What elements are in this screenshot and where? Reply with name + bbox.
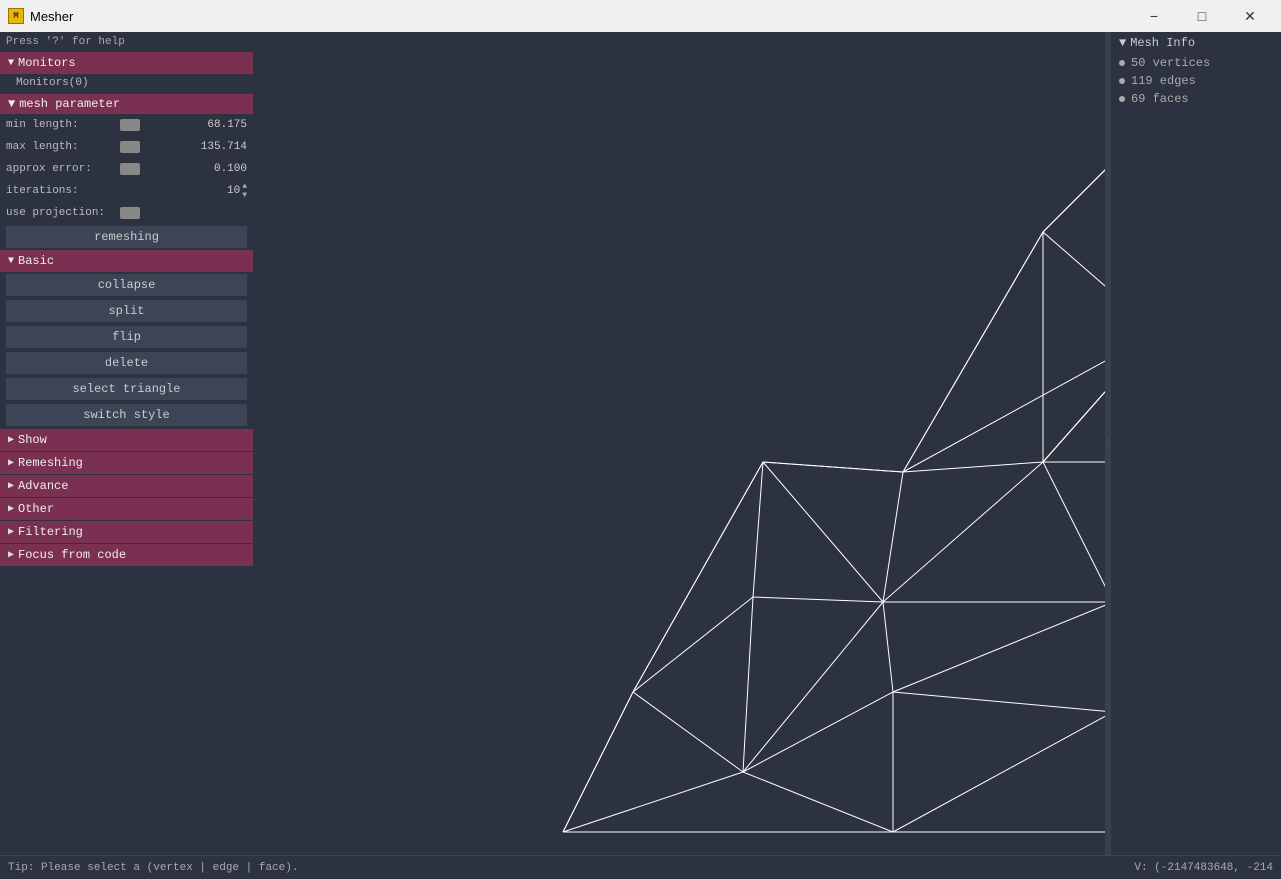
focus-from-code-label: Focus from code (18, 548, 126, 562)
statusbar: Tip: Please select a (vertex | edge | fa… (0, 855, 1281, 879)
show-section[interactable]: ▶ Show (0, 429, 253, 451)
show-label: Show (18, 433, 47, 447)
other-section[interactable]: ▶ Other (0, 498, 253, 520)
mesh-info-title: Mesh Info (1130, 36, 1195, 50)
mesh-info-panel: ▼ Mesh Info 50 vertices 119 edges 69 fac… (1111, 32, 1281, 855)
advance-arrow: ▶ (8, 480, 14, 492)
monitors-sub-item: Monitors(0) (0, 74, 253, 92)
filtering-arrow: ▶ (8, 526, 14, 538)
faces-bullet (1119, 96, 1125, 102)
minimize-button[interactable]: − (1131, 0, 1177, 32)
approx-error-value: 0.100 (142, 163, 247, 175)
approx-error-slider[interactable] (120, 163, 140, 175)
approx-error-row: approx error: 0.100 (0, 158, 253, 180)
mesh-viewport[interactable] (253, 32, 1105, 855)
mesh-param-section-header[interactable]: ▼ mesh parameter (0, 94, 253, 114)
edges-bullet (1119, 78, 1125, 84)
faces-info: 69 faces (1119, 92, 1273, 106)
select-triangle-button[interactable]: select triangle (6, 378, 247, 400)
monitors-section-header[interactable]: ▼ Monitors (0, 52, 253, 74)
iterations-label: iterations: (6, 185, 116, 197)
focus-from-code-section[interactable]: ▶ Focus from code (0, 544, 253, 566)
max-length-value: 135.714 (142, 141, 247, 153)
delete-button[interactable]: delete (6, 352, 247, 374)
sidebar: Press '?' for help ▼ Monitors Monitors(0… (0, 32, 253, 855)
status-tip: Tip: Please select a (vertex | edge | fa… (8, 862, 298, 874)
use-projection-label: use projection: (6, 207, 116, 219)
advance-section[interactable]: ▶ Advance (0, 475, 253, 497)
max-length-row: max length: 135.714 (0, 136, 253, 158)
basic-label: Basic (18, 254, 54, 268)
vertices-count: 50 vertices (1131, 56, 1210, 70)
maximize-button[interactable]: □ (1179, 0, 1225, 32)
remeshing-section[interactable]: ▶ Remeshing (0, 452, 253, 474)
edges-info: 119 edges (1119, 74, 1273, 88)
iterations-row: iterations: 10 ▲ ▼ (0, 180, 253, 202)
flip-button[interactable]: flip (6, 326, 247, 348)
collapse-button[interactable]: collapse (6, 274, 247, 296)
mesh-param-arrow: ▼ (8, 97, 15, 111)
switch-style-button[interactable]: switch style (6, 404, 247, 426)
filtering-label: Filtering (18, 525, 83, 539)
basic-section-header[interactable]: ▼ Basic (0, 250, 253, 272)
mesh-canvas[interactable] (253, 32, 1105, 855)
remesh-button[interactable]: remeshing (6, 226, 247, 248)
iterations-stepper[interactable]: ▲ ▼ (242, 183, 247, 200)
monitors-label: Monitors (18, 56, 76, 70)
app-title: Mesher (30, 9, 1125, 24)
other-arrow: ▶ (8, 503, 14, 515)
split-button[interactable]: split (6, 300, 247, 322)
mesh-info-header: ▼ Mesh Info (1119, 36, 1273, 50)
titlebar: M Mesher − □ ✕ (0, 0, 1281, 32)
approx-error-label: approx error: (6, 163, 116, 175)
min-length-slider[interactable] (120, 119, 140, 131)
max-length-slider[interactable] (120, 141, 140, 153)
mesh-param-label: mesh parameter (19, 97, 120, 111)
vertices-info: 50 vertices (1119, 56, 1273, 70)
basic-arrow: ▼ (8, 256, 14, 267)
other-label: Other (18, 502, 54, 516)
help-tip: Press '?' for help (0, 32, 253, 52)
use-projection-toggle[interactable] (120, 207, 140, 219)
mesh-info-arrow: ▼ (1119, 36, 1126, 50)
vertices-bullet (1119, 60, 1125, 66)
use-projection-row: use projection: (0, 202, 253, 224)
min-length-label: min length: (6, 119, 116, 131)
remeshing-arrow: ▶ (8, 457, 14, 469)
iterations-value: 10 (120, 185, 240, 197)
min-length-row: min length: 68.175 (0, 114, 253, 136)
close-button[interactable]: ✕ (1227, 0, 1273, 32)
faces-count: 69 faces (1131, 92, 1189, 106)
focus-from-code-arrow: ▶ (8, 549, 14, 561)
main-container: Press '?' for help ▼ Monitors Monitors(0… (0, 32, 1281, 855)
monitors-arrow: ▼ (8, 58, 14, 69)
viewport-coords: V: (-2147483648, -214 (1134, 862, 1273, 874)
remeshing-label: Remeshing (18, 456, 83, 470)
min-length-value: 68.175 (142, 119, 247, 131)
advance-label: Advance (18, 479, 68, 493)
show-arrow: ▶ (8, 434, 14, 446)
window-controls: − □ ✕ (1131, 0, 1273, 32)
max-length-label: max length: (6, 141, 116, 153)
edges-count: 119 edges (1131, 74, 1196, 88)
app-icon: M (8, 8, 24, 24)
filtering-section[interactable]: ▶ Filtering (0, 521, 253, 543)
